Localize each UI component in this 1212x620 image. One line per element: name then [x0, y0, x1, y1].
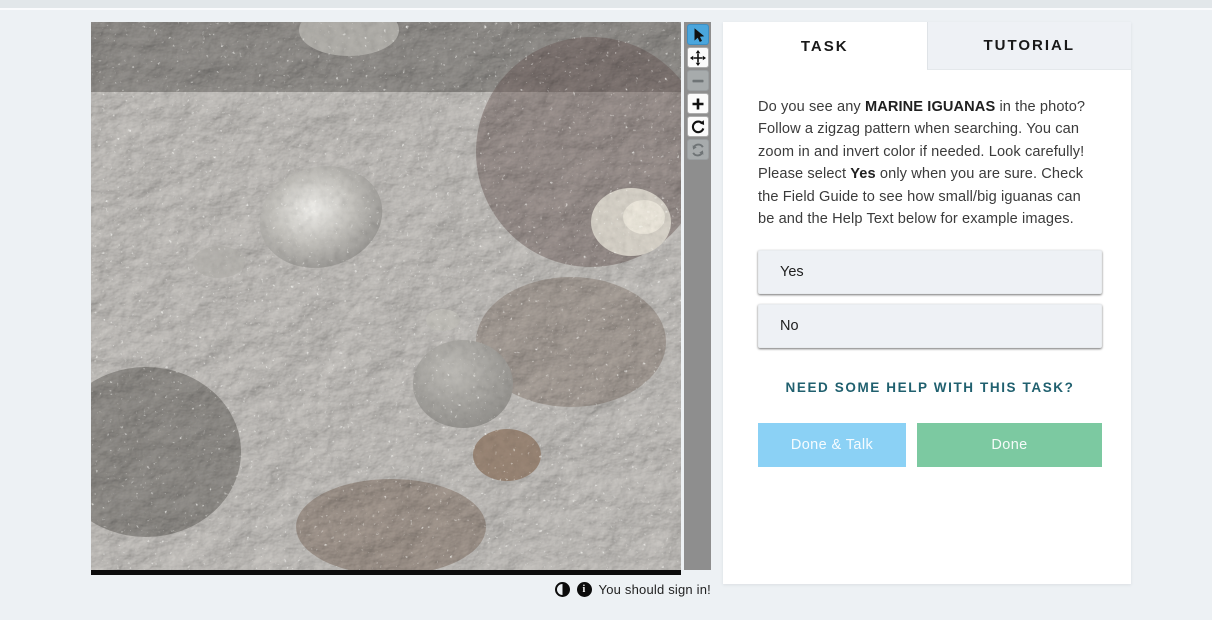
done-button[interactable]: Done [917, 423, 1102, 468]
answer-list: Yes No [758, 250, 1102, 349]
sign-in-message: You should sign in! [598, 581, 711, 597]
answer-yes-button[interactable]: Yes [758, 250, 1102, 295]
rock-photo-graphic [91, 22, 681, 575]
task-footer-buttons: Done & Talk Done [758, 423, 1102, 468]
task-panel: TASK TUTORIAL Do you see any MARINE IGUA… [723, 22, 1131, 584]
tab-task[interactable]: TASK [723, 22, 927, 70]
rotate-icon [691, 119, 704, 133]
zoom-in-tool-button[interactable] [686, 93, 709, 114]
plus-icon [692, 98, 703, 109]
rotate-tool-button[interactable] [686, 116, 709, 137]
info-icon[interactable]: i [576, 581, 592, 597]
tab-tutorial[interactable]: TUTORIAL [926, 22, 1131, 70]
move-icon [689, 49, 706, 66]
minus-icon [692, 79, 703, 82]
task-panel-body: Do you see any MARINE IGUANAS in the pho… [723, 70, 1131, 468]
task-question: Do you see any MARINE IGUANAS in the pho… [758, 99, 1086, 228]
done-and-talk-button[interactable]: Done & Talk [758, 423, 906, 468]
refresh-icon [691, 143, 704, 156]
viewer-footer: i You should sign in! [91, 579, 711, 599]
answer-no-button[interactable]: No [758, 304, 1102, 349]
subject-photo[interactable] [91, 22, 681, 575]
pointer-tool-button[interactable] [686, 24, 709, 45]
zoom-out-tool-button[interactable] [686, 70, 709, 91]
pointer-icon [694, 27, 704, 42]
top-strip [0, 0, 1212, 10]
need-help-link[interactable]: NEED SOME HELP WITH THIS TASK? [758, 380, 1102, 395]
reset-tool-button[interactable] [686, 139, 709, 160]
pan-tool-button[interactable] [686, 47, 709, 68]
panel-tabs: TASK TUTORIAL [723, 22, 1131, 70]
invert-contrast-icon[interactable] [554, 581, 570, 597]
viewer-toolbar [684, 22, 711, 570]
